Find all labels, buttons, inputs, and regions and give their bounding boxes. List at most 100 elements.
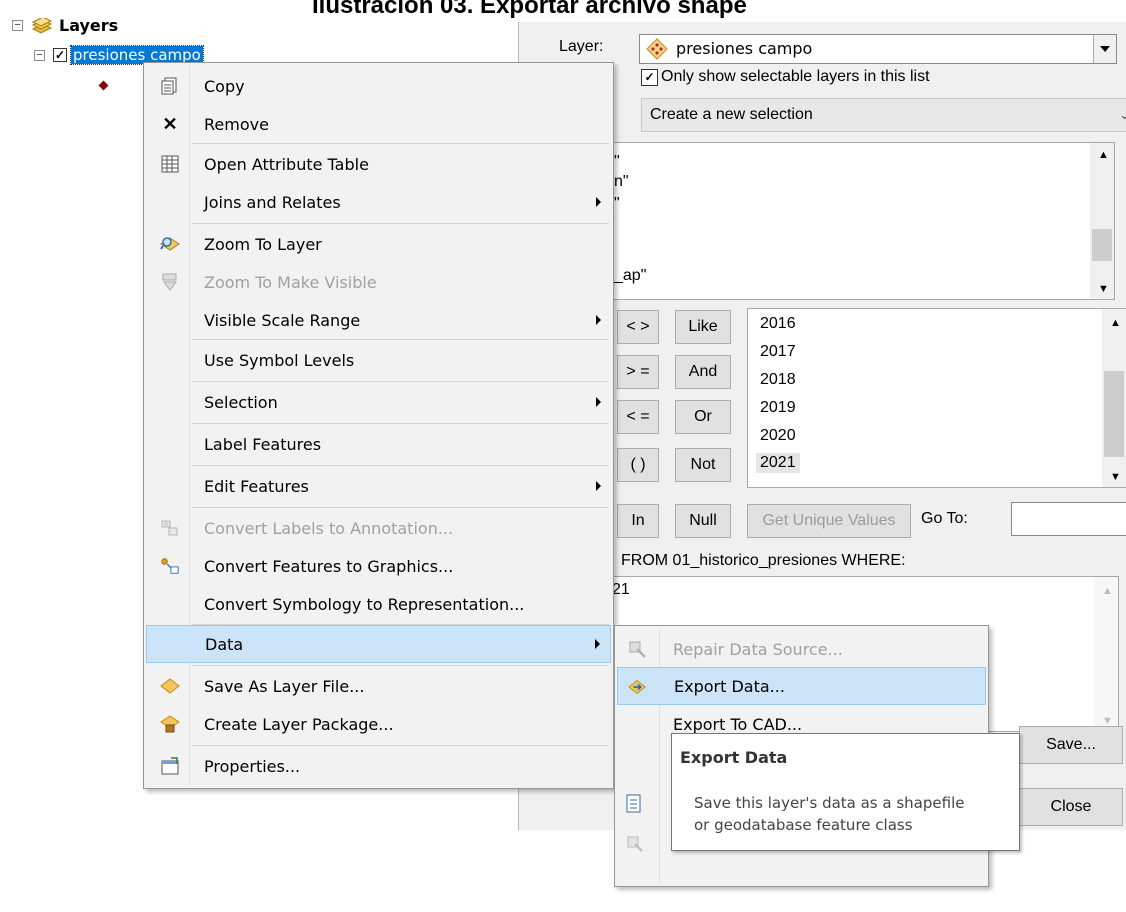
menu-item-label: Copy xyxy=(204,76,245,96)
values-listbox[interactable]: 2016 2017 2018 2019 2020 2021 ▲ ▼ xyxy=(747,308,1126,488)
scroll-up-icon: ▲ xyxy=(1102,585,1113,597)
copy-icon xyxy=(160,76,180,96)
field-item[interactable]: " xyxy=(614,153,620,171)
menu-separator xyxy=(192,665,609,666)
field-item[interactable]: _ap" xyxy=(614,267,646,285)
op-or-button[interactable]: Or xyxy=(675,400,731,434)
value-item[interactable]: 2018 xyxy=(760,371,796,389)
layer-file-icon xyxy=(160,676,180,696)
menu-item-label: Create Layer Package... xyxy=(204,714,394,734)
scroll-thumb[interactable] xyxy=(1092,229,1112,261)
layer-combobox[interactable]: presiones campo xyxy=(639,34,1117,64)
menu-item-convert-labels: A Convert Labels to Annotation... xyxy=(146,509,611,547)
only-selectable-checkbox[interactable]: ✓ xyxy=(641,68,658,86)
menu-item-label: Convert Symbology to Representation... xyxy=(204,594,525,614)
save-button[interactable]: Save... xyxy=(1019,726,1123,764)
menu-item-selection[interactable]: Selection xyxy=(146,383,611,421)
menu-item-zoom-to-layer[interactable]: Zoom To Layer xyxy=(146,225,611,263)
annotation-icon: A xyxy=(160,518,180,538)
menu-item-remove[interactable]: ✕ Remove xyxy=(146,105,611,143)
menu-item-label: Save As Layer File... xyxy=(204,676,365,696)
op-parens-button[interactable]: ( ) xyxy=(617,448,659,482)
field-item[interactable]: " xyxy=(614,195,620,213)
chevron-down-icon xyxy=(1100,46,1110,52)
menu-item-label: Export To CAD... xyxy=(673,714,803,734)
properties-icon xyxy=(160,756,180,776)
fields-scrollbar[interactable]: ▲ ▼ xyxy=(1090,143,1114,299)
repair-icon xyxy=(627,639,647,659)
scroll-thumb[interactable] xyxy=(1104,371,1124,457)
menu-item-use-symbol-levels[interactable]: Use Symbol Levels xyxy=(146,341,611,379)
menu-separator xyxy=(192,507,609,508)
scroll-down-icon[interactable]: ▼ xyxy=(1098,283,1109,295)
menu-item-convert-symbology[interactable]: Convert Symbology to Representation... xyxy=(146,585,611,623)
menu-item-label: Zoom To Make Visible xyxy=(204,272,377,292)
toc-root-label: Layers xyxy=(59,16,119,35)
menu-item-repair-data-source: Repair Data Source... xyxy=(617,630,986,668)
menu-item-edit-features[interactable]: Edit Features xyxy=(146,467,611,505)
menu-item-label: Properties... xyxy=(204,756,301,776)
collapse-icon[interactable]: − xyxy=(12,20,23,31)
scroll-up-icon[interactable]: ▲ xyxy=(1098,149,1109,161)
goto-label: Go To: xyxy=(921,510,968,527)
point-symbol-icon xyxy=(98,80,109,91)
export-data-icon xyxy=(628,677,648,697)
menu-item-label: Zoom To Layer xyxy=(204,234,322,254)
value-item[interactable]: 2017 xyxy=(760,343,796,361)
layer-icon xyxy=(646,38,668,60)
menu-item-properties[interactable]: Properties... xyxy=(146,747,611,785)
menu-separator xyxy=(192,745,609,746)
menu-item-save-as-layer-file[interactable]: Save As Layer File... xyxy=(146,667,611,705)
menu-item-open-attribute-table[interactable]: Open Attribute Table xyxy=(146,145,611,183)
menu-separator xyxy=(192,339,609,340)
submenu-arrow-icon xyxy=(596,397,601,407)
sql-scrollbar[interactable]: ▲ ▼ xyxy=(1094,577,1118,731)
op-like-button[interactable]: Like xyxy=(675,310,731,344)
only-selectable-row[interactable]: ✓ Only show selectable layers in this li… xyxy=(641,68,930,86)
op-greater-equal-button[interactable]: > = xyxy=(617,355,659,389)
layer-value: presiones campo xyxy=(676,39,813,58)
menu-item-data[interactable]: Data xyxy=(146,625,611,663)
op-in-button[interactable]: In xyxy=(617,504,659,538)
op-not-button[interactable]: Not xyxy=(675,448,731,482)
menu-item-label-features[interactable]: Label Features xyxy=(146,425,611,463)
menu-item-convert-features-graphics[interactable]: Convert Features to Graphics... xyxy=(146,547,611,585)
menu-item-visible-scale-range[interactable]: Visible Scale Range xyxy=(146,301,611,339)
value-item[interactable]: 2020 xyxy=(760,427,796,445)
sql-text: 21 xyxy=(612,581,630,598)
menu-item-label: Convert Labels to Annotation... xyxy=(204,518,454,538)
scroll-down-icon[interactable]: ▼ xyxy=(1110,471,1121,483)
op-less-equal-button[interactable]: < = xyxy=(617,400,659,434)
value-item[interactable]: 2019 xyxy=(760,399,796,417)
get-unique-values-button: Get Unique Values xyxy=(747,504,911,538)
toc-root-row[interactable]: − Layers xyxy=(12,15,119,35)
menu-item-label: Label Features xyxy=(204,434,322,454)
op-and-button[interactable]: And xyxy=(675,355,731,389)
menu-item-copy[interactable]: Copy xyxy=(146,67,611,105)
close-button[interactable]: Close xyxy=(1019,788,1123,826)
menu-item-label: Convert Features to Graphics... xyxy=(204,556,454,576)
field-item[interactable]: n" xyxy=(614,173,629,191)
document-icon xyxy=(625,794,643,819)
menu-item-label: Selection xyxy=(204,392,278,412)
method-combobox[interactable]: Create a new selection ⌄ xyxy=(641,98,1126,132)
method-value: Create a new selection xyxy=(650,106,813,123)
scroll-up-icon[interactable]: ▲ xyxy=(1110,317,1121,329)
op-not-equal-button[interactable]: < > xyxy=(617,310,659,344)
menu-item-label: Open Attribute Table xyxy=(204,154,369,174)
op-null-button[interactable]: Null xyxy=(675,504,731,538)
menu-item-export-data[interactable]: Export Data... xyxy=(617,667,986,705)
value-item-selected[interactable]: 2021 xyxy=(756,453,800,473)
goto-input[interactable] xyxy=(1011,502,1126,536)
menu-item-label: Joins and Relates xyxy=(204,192,341,212)
values-scrollbar[interactable]: ▲ ▼ xyxy=(1102,309,1126,487)
value-item[interactable]: 2016 xyxy=(760,315,796,333)
menu-item-joins-relates[interactable]: Joins and Relates xyxy=(146,183,611,221)
menu-separator xyxy=(192,381,609,382)
layer-visibility-checkbox[interactable]: ✓ xyxy=(53,48,67,62)
menu-separator xyxy=(192,423,609,424)
dropdown-button[interactable] xyxy=(1093,35,1116,63)
tooltip-body-line1: Save this layer's data as a shapefile xyxy=(694,794,965,812)
menu-item-create-layer-package[interactable]: Create Layer Package... xyxy=(146,705,611,743)
collapse-icon[interactable]: − xyxy=(34,49,45,61)
